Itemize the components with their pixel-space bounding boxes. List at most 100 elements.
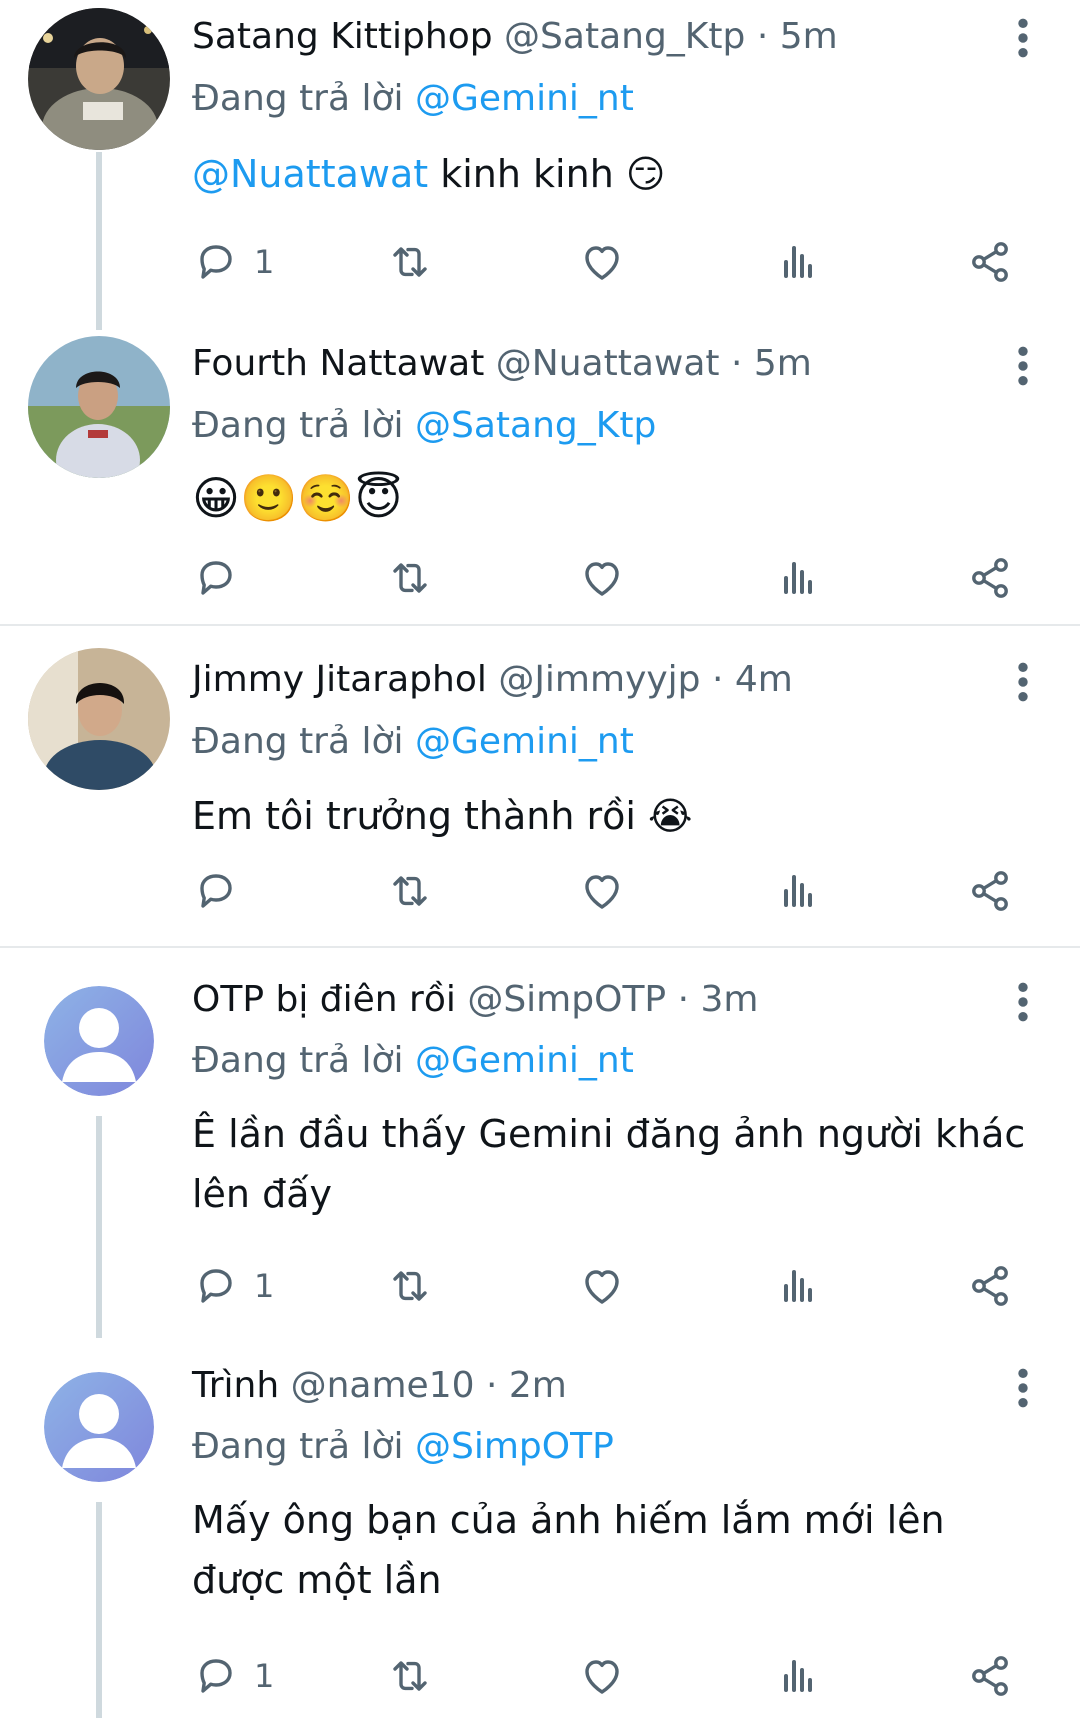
bar-chart-icon [774, 1652, 822, 1700]
heart-icon [578, 1262, 626, 1310]
user-handle[interactable]: @Jimmyyjp [498, 659, 700, 700]
speech-bubble-icon [192, 1262, 240, 1310]
tweet-1[interactable]: Satang Kittiphop @Satang_Ktp · 5m Đang t… [0, 0, 1080, 330]
retweet-icon [386, 1652, 434, 1700]
retweet-icon [386, 867, 434, 915]
retweet-button[interactable] [386, 237, 434, 287]
vertical-dots-icon[interactable] [1006, 344, 1040, 388]
speech-bubble-icon [192, 238, 240, 286]
bar-chart-icon [774, 867, 822, 915]
tweet-text: 😀🙂☺️😇 [192, 468, 1042, 528]
vertical-dots-icon[interactable] [1006, 16, 1040, 60]
bar-chart-icon [774, 554, 822, 602]
replying-to-label: Đang trả lời [192, 78, 404, 119]
tweet-3[interactable]: Jimmy Jitaraphol @Jimmyyjp · 4m Đang trả… [0, 626, 1080, 946]
action-bar [0, 866, 1080, 916]
like-button[interactable] [578, 237, 626, 287]
avatar[interactable] [28, 648, 170, 790]
retweet-button[interactable] [386, 1261, 434, 1311]
replying-to: Đang trả lời @SimpOTP [192, 1425, 614, 1469]
timestamp[interactable]: 4m [735, 659, 793, 700]
reply-to-mention[interactable]: @Satang_Ktp [415, 405, 656, 446]
like-button[interactable] [578, 1651, 626, 1701]
display-name[interactable]: Jimmy Jitaraphol [192, 659, 487, 700]
share-icon [966, 867, 1014, 915]
replying-to: Đang trả lời @Gemini_nt [192, 720, 634, 764]
vertical-dots-icon[interactable] [1006, 980, 1040, 1024]
timestamp[interactable]: 2m [509, 1365, 567, 1406]
tweet-text-content: kinh kinh 😏 [428, 152, 666, 196]
replying-to: Đang trả lời @Gemini_nt [192, 77, 634, 121]
like-button[interactable] [578, 1261, 626, 1311]
share-button[interactable] [966, 866, 1014, 916]
views-button[interactable] [774, 1261, 822, 1311]
reply-to-mention[interactable]: @Gemini_nt [415, 1040, 634, 1081]
reply-button[interactable] [192, 553, 240, 603]
tweet-text-content: Em tôi trưởng thành rồi 😭 [192, 794, 693, 838]
replying-to-label: Đang trả lời [192, 721, 404, 762]
views-button[interactable] [774, 1651, 822, 1701]
user-handle[interactable]: @SimpOTP [467, 979, 666, 1020]
retweet-button[interactable] [386, 866, 434, 916]
reply-to-mention[interactable]: @SimpOTP [415, 1426, 614, 1467]
retweet-button[interactable] [386, 553, 434, 603]
display-name[interactable]: Fourth Nattawat [192, 343, 484, 384]
like-button[interactable] [578, 866, 626, 916]
user-handle[interactable]: @Satang_Ktp [504, 16, 745, 57]
avatar[interactable] [28, 336, 170, 478]
replying-to-label: Đang trả lời [192, 1040, 404, 1081]
bar-chart-icon [774, 238, 822, 286]
share-icon [966, 238, 1014, 286]
replying-to-label: Đang trả lời [192, 1426, 404, 1467]
speech-bubble-icon [192, 867, 240, 915]
tweet-5[interactable]: Trình @name10 · 2m Đang trả lời @SimpOTP… [0, 1338, 1080, 1718]
timestamp[interactable]: 3m [701, 979, 759, 1020]
separator-dot: · [756, 16, 769, 57]
replying-to: Đang trả lời @Gemini_nt [192, 1039, 634, 1083]
tweet-2[interactable]: Fourth Nattawat @Nuattawat · 5m Đang trả… [0, 330, 1080, 624]
reply-button[interactable] [192, 866, 240, 916]
user-handle[interactable]: @name10 [291, 1365, 475, 1406]
vertical-dots-icon[interactable] [1006, 660, 1040, 704]
tweet-text: Mấy ông bạn của ảnh hiếm lắm mới lên đượ… [192, 1490, 1042, 1610]
avatar[interactable] [28, 8, 170, 150]
tweet-header: Satang Kittiphop @Satang_Ktp · 5m [192, 15, 838, 59]
share-icon [966, 1652, 1014, 1700]
display-name[interactable]: Trình [192, 1365, 279, 1406]
like-button[interactable] [578, 553, 626, 603]
reply-button[interactable]: 1 [192, 1651, 274, 1701]
reply-button[interactable]: 1 [192, 237, 274, 287]
retweet-button[interactable] [386, 1651, 434, 1701]
tweet-text: @Nuattawat kinh kinh 😏 [192, 144, 1042, 204]
reply-count: 1 [254, 1267, 275, 1305]
display-name[interactable]: Satang Kittiphop [192, 16, 493, 57]
views-button[interactable] [774, 237, 822, 287]
replying-to-label: Đang trả lời [192, 405, 404, 446]
reply-button[interactable]: 1 [192, 1261, 274, 1311]
timestamp[interactable]: 5m [754, 343, 812, 384]
tweet-4[interactable]: OTP bị điên rồi @SimpOTP · 3m Đang trả l… [0, 948, 1080, 1338]
vertical-dots-icon[interactable] [1006, 1366, 1040, 1410]
action-bar: 1 [0, 237, 1080, 287]
share-button[interactable] [966, 1651, 1014, 1701]
avatar[interactable] [44, 1372, 154, 1482]
action-bar: 1 [0, 1651, 1080, 1701]
timestamp[interactable]: 5m [780, 16, 838, 57]
share-button[interactable] [966, 237, 1014, 287]
tweet-text-content: 😀🙂☺️😇 [192, 471, 403, 525]
share-button[interactable] [966, 553, 1014, 603]
reply-to-mention[interactable]: @Gemini_nt [415, 78, 634, 119]
display-name[interactable]: OTP bị điên rồi [192, 979, 456, 1020]
views-button[interactable] [774, 866, 822, 916]
retweet-icon [386, 238, 434, 286]
user-handle[interactable]: @Nuattawat [496, 343, 720, 384]
mention-link[interactable]: @Nuattawat [192, 152, 428, 196]
share-icon [966, 554, 1014, 602]
tweet-header: Jimmy Jitaraphol @Jimmyyjp · 4m [192, 658, 793, 702]
share-button[interactable] [966, 1261, 1014, 1311]
speech-bubble-icon [192, 554, 240, 602]
reply-to-mention[interactable]: @Gemini_nt [415, 721, 634, 762]
tweet-text-content: Ê lần đầu thấy Gemini đăng ảnh người khá… [192, 1112, 1026, 1216]
views-button[interactable] [774, 553, 822, 603]
avatar[interactable] [44, 986, 154, 1096]
